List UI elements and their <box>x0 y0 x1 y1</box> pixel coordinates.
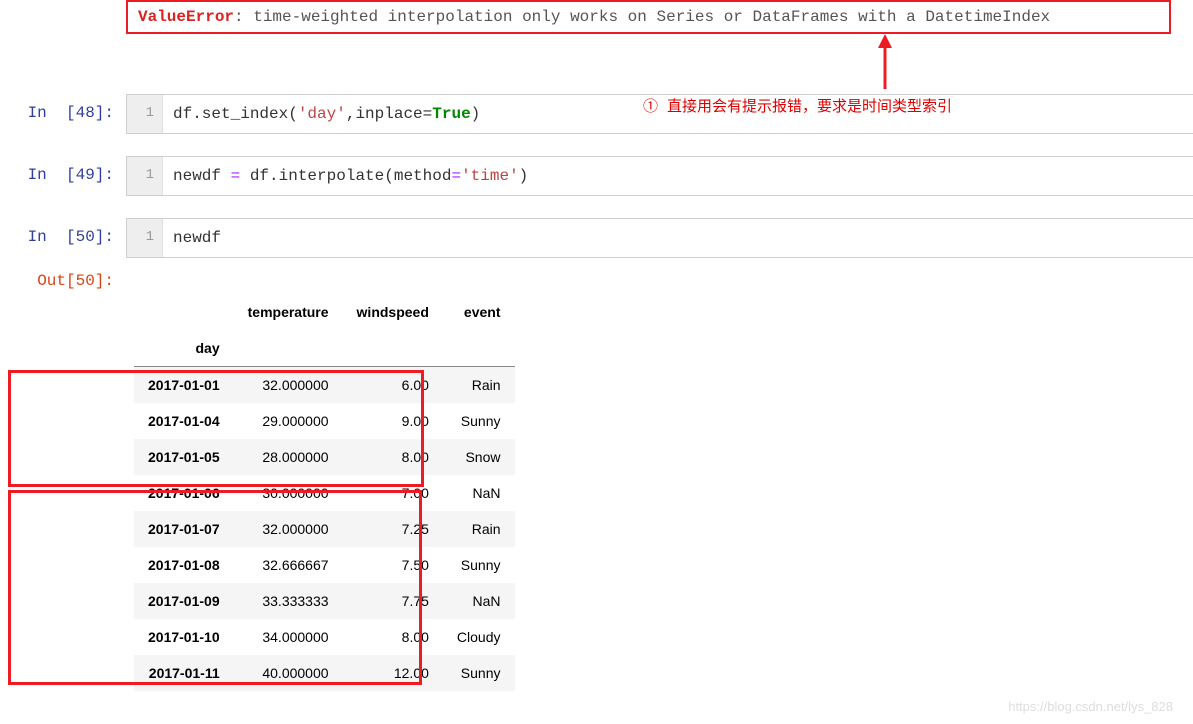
cell-windspeed: 8.00 <box>343 439 443 475</box>
cell-50: In [50]: 1 newdf <box>0 218 1193 258</box>
cell-event: Sunny <box>443 547 515 583</box>
row-index: 2017-01-04 <box>134 403 234 439</box>
output-area: temperature windspeed event day 2017-01-… <box>0 294 1193 724</box>
cell-temperature: 30.000000 <box>234 475 343 511</box>
row-index: 2017-01-01 <box>134 367 234 404</box>
cell-windspeed: 7.50 <box>343 547 443 583</box>
cell-temperature: 40.000000 <box>234 655 343 691</box>
cell-windspeed: 7.75 <box>343 583 443 619</box>
cell-temperature: 32.000000 <box>234 367 343 404</box>
row-index: 2017-01-09 <box>134 583 234 619</box>
cell-windspeed: 7.25 <box>343 511 443 547</box>
table-row: 2017-01-0630.0000007.00NaN <box>134 475 515 511</box>
code-area-49[interactable]: 1 newdf = df.interpolate(method='time') <box>126 156 1193 196</box>
lineno-48: 1 <box>127 95 163 133</box>
cell-temperature: 34.000000 <box>234 619 343 655</box>
cell-windspeed: 6.00 <box>343 367 443 404</box>
code-48[interactable]: df.set_index('day',inplace=True) ① 直接用会有… <box>163 95 1193 133</box>
prompt-in-50: In [50]: <box>0 218 126 246</box>
table-row: 2017-01-1140.00000012.00Sunny <box>134 655 515 691</box>
code-area-50[interactable]: 1 newdf <box>126 218 1193 258</box>
prompt-out-50: Out[50]: <box>0 262 126 290</box>
watermark: https://blog.csdn.net/lys_828 <box>1008 699 1173 714</box>
row-index: 2017-01-08 <box>134 547 234 583</box>
table-row: 2017-01-0933.3333337.75NaN <box>134 583 515 619</box>
col-windspeed: windspeed <box>343 294 443 330</box>
table-row: 2017-01-0429.0000009.00Sunny <box>134 403 515 439</box>
col-event: event <box>443 294 515 330</box>
row-index: 2017-01-10 <box>134 619 234 655</box>
cell-event: Cloudy <box>443 619 515 655</box>
cell-event: NaN <box>443 583 515 619</box>
arrow-annotation-1 <box>0 34 1193 94</box>
error-msg: : time-weighted interpolation only works… <box>234 8 1050 26</box>
prompt-in-49: In [49]: <box>0 156 126 184</box>
cell-event: Snow <box>443 439 515 475</box>
error-box: ValueError: time-weighted interpolation … <box>126 0 1171 34</box>
cell-windspeed: 8.00 <box>343 619 443 655</box>
cell-temperature: 32.666667 <box>234 547 343 583</box>
cell-temperature: 32.000000 <box>234 511 343 547</box>
code-50[interactable]: newdf <box>163 219 1193 257</box>
row-index: 2017-01-05 <box>134 439 234 475</box>
annotation-1-text: ① 直接用会有提示报错，要求是时间类型索引 <box>643 95 952 116</box>
cell-temperature: 33.333333 <box>234 583 343 619</box>
cell-48: In [48]: 1 df.set_index('day',inplace=Tr… <box>0 94 1193 134</box>
code-area-48[interactable]: 1 df.set_index('day',inplace=True) ① 直接用… <box>126 94 1193 134</box>
error-name: ValueError <box>138 8 234 26</box>
prompt-in-48: In [48]: <box>0 94 126 122</box>
cell-temperature: 29.000000 <box>234 403 343 439</box>
arrow-up-icon <box>870 34 910 94</box>
table-row: 2017-01-0732.0000007.25Rain <box>134 511 515 547</box>
row-index: 2017-01-07 <box>134 511 234 547</box>
index-name: day <box>134 330 234 367</box>
cell-windspeed: 7.00 <box>343 475 443 511</box>
cell-event: Rain <box>443 511 515 547</box>
table-row: 2017-01-1034.0000008.00Cloudy <box>134 619 515 655</box>
code-49[interactable]: newdf = df.interpolate(method='time') <box>163 157 1193 195</box>
col-temperature: temperature <box>234 294 343 330</box>
table-row: 2017-01-0832.6666677.50Sunny <box>134 547 515 583</box>
cell-49: In [49]: 1 newdf = df.interpolate(method… <box>0 156 1193 196</box>
lineno-49: 1 <box>127 157 163 195</box>
cell-windspeed: 12.00 <box>343 655 443 691</box>
cell-event: NaN <box>443 475 515 511</box>
table-row: 2017-01-0528.0000008.00Snow <box>134 439 515 475</box>
cell-event: Sunny <box>443 403 515 439</box>
cell-windspeed: 9.00 <box>343 403 443 439</box>
lineno-50: 1 <box>127 219 163 257</box>
dataframe-table: temperature windspeed event day 2017-01-… <box>134 294 515 691</box>
cell-event: Sunny <box>443 655 515 691</box>
cell-temperature: 28.000000 <box>234 439 343 475</box>
row-index: 2017-01-11 <box>134 655 234 691</box>
out-50: Out[50]: <box>0 262 1193 290</box>
row-index: 2017-01-06 <box>134 475 234 511</box>
cell-event: Rain <box>443 367 515 404</box>
table-row: 2017-01-0132.0000006.00Rain <box>134 367 515 404</box>
